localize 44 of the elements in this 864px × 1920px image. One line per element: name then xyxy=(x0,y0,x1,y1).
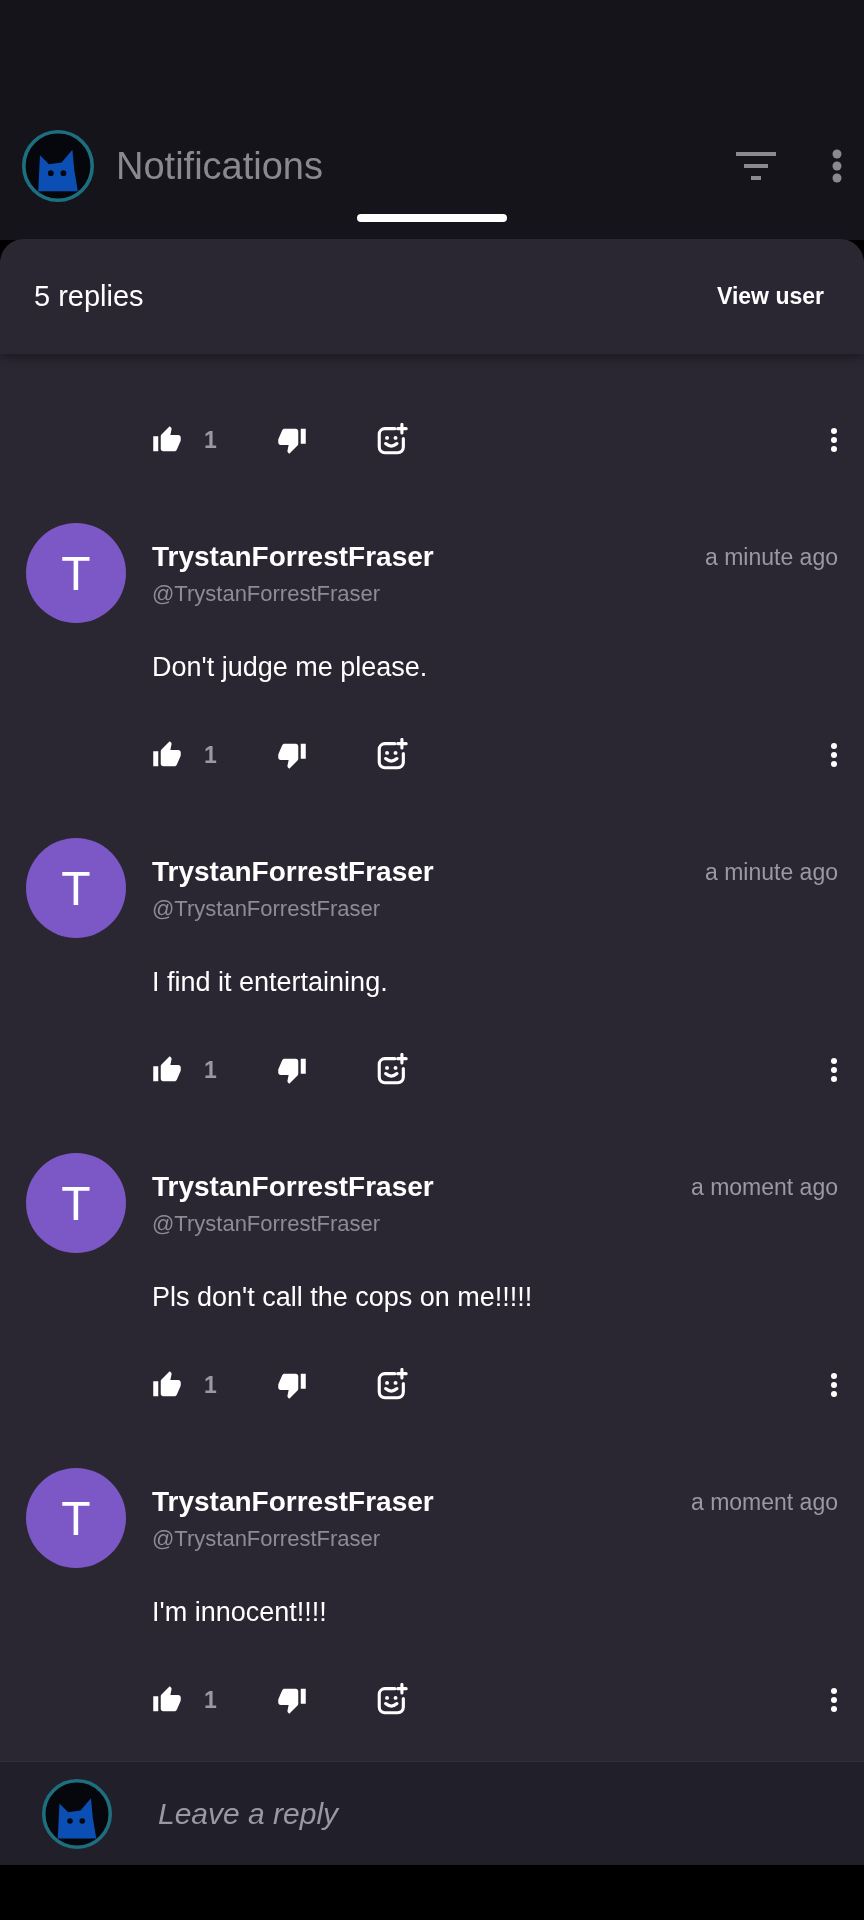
more-icon[interactable] xyxy=(830,742,838,768)
like-count: 1 xyxy=(204,1371,218,1399)
timestamp: a moment ago xyxy=(690,1173,838,1201)
my-avatar[interactable] xyxy=(42,1778,112,1849)
reply-field[interactable]: Leave a reply xyxy=(156,1795,864,1832)
add-reaction-icon[interactable] xyxy=(375,1368,409,1402)
timestamp: a minute ago xyxy=(705,858,838,886)
add-reaction-icon[interactable] xyxy=(375,1053,409,1087)
view-user-button[interactable]: View user xyxy=(711,277,830,316)
app-title: Notifications xyxy=(116,144,324,188)
drag-handle[interactable] xyxy=(357,214,507,222)
like-count: 1 xyxy=(204,426,218,454)
user-handle: @TrystanForrestFraser xyxy=(152,1211,381,1237)
user-name[interactable]: TrystanForrestFraser xyxy=(152,856,434,888)
user-handle: @TrystanForrestFraser xyxy=(152,896,381,922)
comment-text: Don't judge me please. xyxy=(152,652,428,682)
user-name[interactable]: TrystanForrestFraser xyxy=(152,541,434,573)
user-avatar[interactable]: T xyxy=(26,1153,126,1253)
like-count: 1 xyxy=(204,1686,218,1714)
add-reaction-icon[interactable] xyxy=(375,738,409,772)
more-icon[interactable] xyxy=(830,427,838,453)
user-avatar[interactable]: T xyxy=(26,523,126,623)
add-reaction-icon[interactable] xyxy=(375,423,409,457)
like-count: 1 xyxy=(204,741,218,769)
add-reaction-icon[interactable] xyxy=(375,1683,409,1717)
user-name[interactable]: TrystanForrestFraser xyxy=(152,1171,434,1203)
more-icon[interactable] xyxy=(830,1057,838,1083)
profile-avatar[interactable] xyxy=(22,130,94,202)
user-avatar[interactable]: T xyxy=(26,838,126,938)
timestamp: a moment ago xyxy=(690,1488,838,1516)
more-icon[interactable] xyxy=(830,1687,838,1713)
timestamp: a minute ago xyxy=(705,543,838,571)
sheet-title: 5 replies xyxy=(34,280,144,313)
comment-text: I find it entertaining. xyxy=(152,967,388,997)
reply-bar[interactable]: Leave a reply xyxy=(0,1761,864,1865)
user-handle: @TrystanForrestFraser xyxy=(152,1526,381,1552)
user-handle: @TrystanForrestFraser xyxy=(152,581,381,607)
filter-icon[interactable] xyxy=(736,152,776,180)
user-avatar[interactable]: T xyxy=(26,1468,126,1568)
like-count: 1 xyxy=(204,1056,218,1084)
user-name[interactable]: TrystanForrestFraser xyxy=(152,1486,434,1518)
comment-text: I'm innocent!!!! xyxy=(152,1597,327,1627)
more-icon[interactable] xyxy=(830,1372,838,1398)
comment-text: Pls don't call the cops on me!!!!! xyxy=(152,1282,533,1312)
